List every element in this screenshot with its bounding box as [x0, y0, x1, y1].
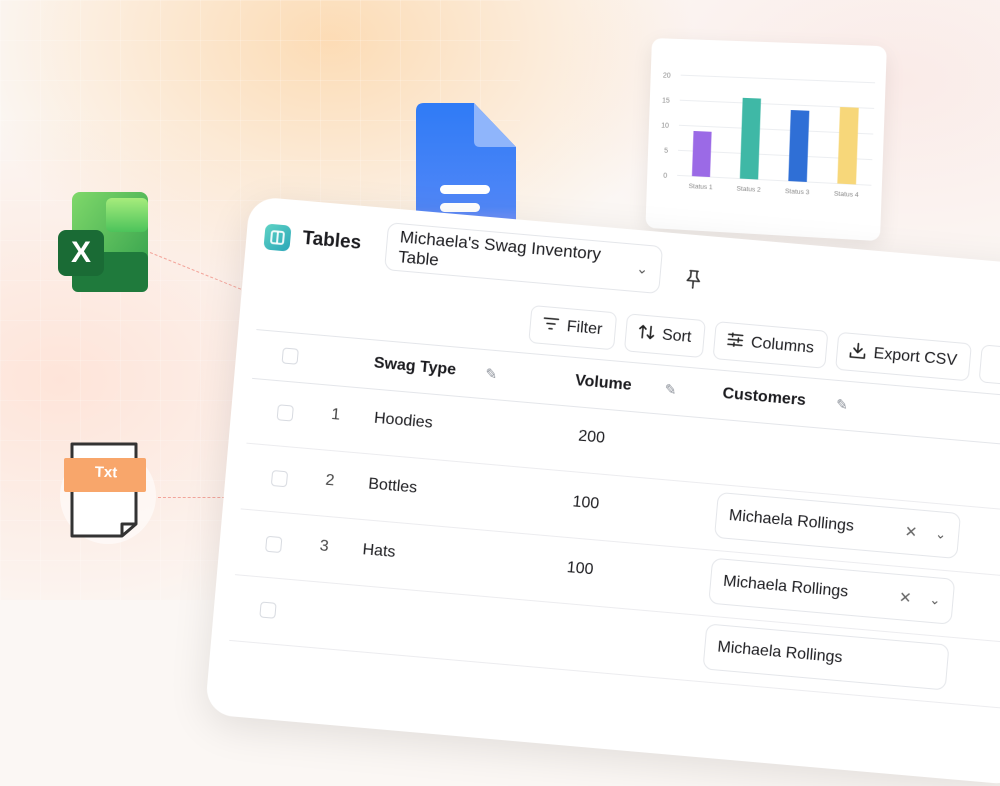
row-number: 1: [330, 405, 341, 424]
chart-bar: [837, 106, 859, 185]
chart-bar: [788, 109, 810, 182]
columns-button[interactable]: Columns: [712, 321, 829, 369]
chart-xtick-label: Status 2: [736, 185, 761, 193]
select-all-checkbox[interactable]: [281, 347, 299, 365]
customer-select[interactable]: Michaela Rollings: [702, 623, 950, 691]
more-toolbar-button[interactable]: [978, 344, 1000, 386]
txt-file-icon: Txt: [58, 436, 158, 546]
filter-label: Filter: [566, 318, 603, 339]
customer-select[interactable]: Michaela Rollings ✕ ⌄: [708, 557, 956, 625]
sort-button[interactable]: Sort: [623, 313, 706, 359]
export-csv-label: Export CSV: [872, 344, 958, 370]
column-header-customers: Customers: [721, 384, 807, 410]
excel-icon: X: [58, 192, 150, 294]
sort-label: Sort: [661, 326, 692, 346]
chart-card: 20 15 10 5 0 Status 1 Status 2 Status 3 Status 4: [645, 38, 887, 242]
tables-panel: Tables Michaela's Swag Inventory Table ⌄…: [204, 196, 1000, 786]
svg-text:X: X: [71, 236, 91, 269]
swag-type-cell[interactable]: Bottles: [368, 475, 418, 497]
pin-icon[interactable]: [683, 268, 703, 294]
row-checkbox[interactable]: [265, 535, 283, 554]
chart-ytick-label: 5: [664, 148, 668, 155]
row-checkbox[interactable]: [259, 601, 277, 619]
filter-button[interactable]: Filter: [528, 304, 617, 351]
row-checkbox[interactable]: [270, 469, 289, 488]
chevron-down-icon[interactable]: ⌄: [929, 592, 941, 609]
chart-xtick-label: Status 1: [689, 183, 714, 191]
download-icon: [849, 341, 867, 363]
chart-ytick-label: 20: [663, 72, 671, 79]
edit-column-icon[interactable]: ✎: [835, 396, 848, 414]
chevron-down-icon[interactable]: ⌄: [935, 526, 947, 543]
chevron-down-icon: ⌄: [635, 259, 649, 277]
volume-cell[interactable]: 100: [572, 493, 600, 513]
columns-label: Columns: [750, 334, 815, 357]
app-title: Tables: [301, 227, 362, 254]
row-number: 3: [319, 537, 330, 556]
chart-ytick-label: 0: [663, 173, 667, 180]
chart-xtick-label: Status 4: [834, 191, 859, 199]
customer-value: Michaela Rollings: [722, 572, 849, 601]
clear-icon[interactable]: ✕: [898, 588, 912, 607]
clear-icon[interactable]: ✕: [904, 522, 918, 541]
swag-type-cell[interactable]: Hoodies: [373, 410, 433, 433]
columns-icon: [726, 331, 744, 352]
chart-xtick-label: Status 3: [785, 188, 810, 196]
chart-gridline: [681, 75, 875, 83]
volume-cell[interactable]: 100: [566, 559, 594, 579]
row-checkbox[interactable]: [276, 404, 294, 422]
edit-column-icon[interactable]: ✎: [664, 381, 677, 399]
customer-select[interactable]: Michaela Rollings ✕ ⌄: [713, 491, 962, 560]
table-selector-value: Michaela's Swag Inventory Table: [397, 227, 602, 270]
tables-logo-icon: [263, 223, 292, 252]
customer-value: Michaela Rollings: [716, 638, 844, 667]
row-number: 2: [324, 471, 336, 490]
chart-ytick-label: 15: [662, 97, 670, 104]
chart-ytick-label: 10: [661, 122, 669, 129]
column-header-swag-type: Swag Type: [373, 354, 457, 379]
chart-bar: [691, 130, 712, 178]
volume-cell[interactable]: 200: [578, 428, 606, 448]
edit-column-icon[interactable]: ✎: [485, 365, 498, 383]
bar-chart: 20 15 10 5 0 Status 1 Status 2 Status 3 Status 4: [661, 72, 886, 199]
chart-bar: [739, 97, 762, 180]
table-selector[interactable]: Michaela's Swag Inventory Table ⌄: [384, 222, 664, 295]
column-header-volume: Volume: [574, 372, 633, 394]
txt-label: Txt: [94, 463, 118, 482]
export-csv-button[interactable]: Export CSV: [835, 331, 972, 382]
customer-value: Michaela Rollings: [728, 506, 855, 535]
swag-type-cell[interactable]: Hats: [362, 541, 396, 562]
filter-icon: [542, 316, 560, 336]
sort-icon: [637, 323, 655, 345]
